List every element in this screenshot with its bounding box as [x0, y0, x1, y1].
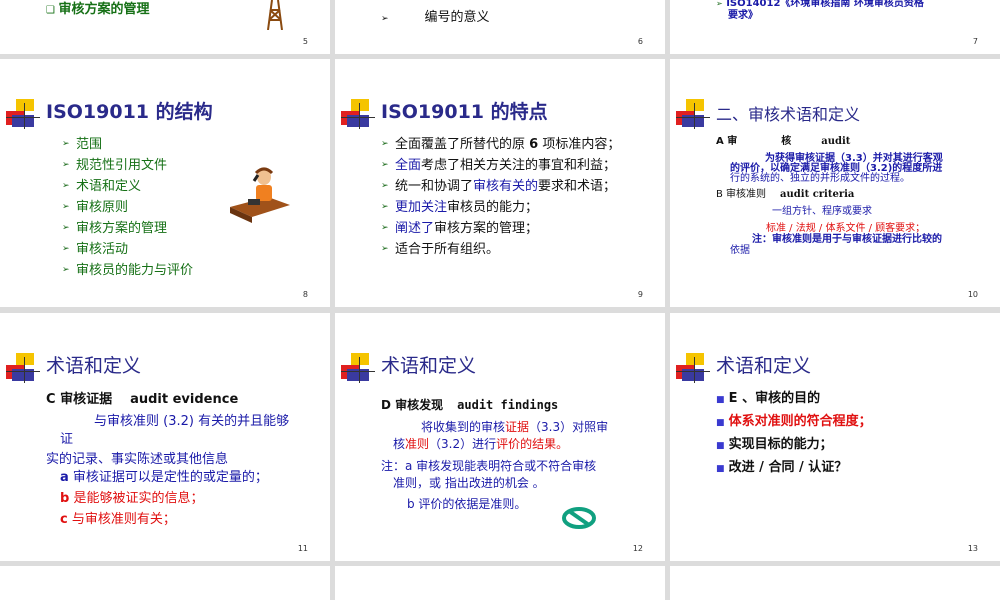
slide-5[interactable]: ❑ 审核方案的管理 5	[0, 0, 330, 54]
term-a-label: A 审核 audit	[716, 136, 851, 147]
term-b-def: 一组方针、程序或要求	[772, 206, 872, 217]
slide-number: 9	[637, 290, 643, 299]
list-item: ■ E 、审核的目的	[716, 391, 821, 406]
structure-list: ➢ 范围 ➢ 规范性引用文件 ➢ 术语和定义 ➢ 审核原则 ➢ 审核方案的管理 ➢ 审核活动…	[62, 134, 193, 281]
slide-number: 6	[637, 37, 643, 46]
title-decoration	[341, 99, 381, 129]
slide-7[interactable]: ➢ ISO14012《环境审核指南 环境审核员资格 要求》 7	[670, 0, 1000, 54]
term-a-def: 行的系统的、独立的并形成文件的过程。	[730, 173, 910, 184]
slide-number: 8	[302, 290, 308, 299]
list-item: ➢ 审核活动	[62, 242, 129, 257]
term-b-label: B 审核准则 audit criteria	[716, 189, 855, 200]
slide-number: 5	[302, 37, 308, 46]
slide-12[interactable]: 术语和定义 D 审核发现 audit findings 将收集到的审核证据（3.3…	[335, 313, 665, 561]
list-item: ➢ 更加关注审核员的能力；	[381, 200, 539, 215]
list-item: ➢ 审核原则	[62, 200, 129, 215]
slide-number: 11	[297, 544, 308, 553]
term-c-def: 实的记录、事实陈述或其他信息	[46, 452, 229, 467]
slide-title: ISO19011 的结构	[46, 101, 213, 123]
term-d-note: 准则，或 指出改进的机会 。	[393, 476, 545, 490]
slide-9[interactable]: ISO19011 的特点 ➢ 全面覆盖了所替代的原 6 项标准内容； ➢ 全面考虑了…	[335, 59, 665, 307]
title-decoration	[6, 99, 46, 129]
term-c-def: 证	[60, 432, 74, 447]
slide-15[interactable]	[335, 566, 665, 600]
term-c-def: 与审核准则 (3.2) 有关的并且能够	[94, 414, 290, 429]
tower-icon	[267, 0, 283, 30]
term-d-note: b 评价的依据是准则。	[407, 497, 527, 511]
slide-number: 10	[967, 290, 978, 299]
slide-6-bullet: ➢ 编号的意义	[381, 10, 490, 25]
slide-title: ISO19011 的特点	[381, 101, 548, 123]
term-d-label: D 审核发现 audit findings	[381, 398, 559, 412]
title-decoration	[341, 353, 381, 383]
slide-5-bullet: ❑ 审核方案的管理	[46, 2, 150, 17]
list-item: ➢ 审核员的能力与评价	[62, 263, 194, 278]
list-item: ■ 改进 / 合同 / 认证？	[716, 460, 848, 475]
list-item: ➢ 阐述了审核方案的管理；	[381, 221, 539, 236]
term-c-item: a 审核证据可以是定性的或定量的；	[60, 470, 268, 485]
slide-title: 术语和定义	[381, 355, 477, 377]
term-c-item: c 与审核准则有关；	[60, 512, 176, 527]
slide-8[interactable]: ISO19011 的结构 ➢ 范围 ➢ 规范性引用文件 ➢ 术语和定义 ➢ 审核原则 ➢…	[0, 59, 330, 307]
term-c-item: b 是能够被证实的信息；	[60, 491, 204, 506]
list-item: ➢ 适合于所有组织。	[381, 242, 500, 257]
term-d-def: 将收集到的审核证据（3.3）对照审	[421, 420, 609, 434]
slide-title: 术语和定义	[46, 355, 142, 377]
slide-title: 二、审核术语和定义	[716, 105, 861, 124]
list-item: ➢ 范围	[62, 137, 103, 152]
slide-14[interactable]	[0, 566, 330, 600]
list-item: ■ 实现目标的能力；	[716, 437, 833, 452]
title-decoration	[676, 353, 716, 383]
slide-6[interactable]: ➢ 编号的意义 6	[335, 0, 665, 54]
list-item: ■ 体系对准则的符合程度；	[716, 414, 872, 429]
list-item: ➢ 审核方案的管理	[62, 221, 168, 236]
slide-number: 7	[972, 37, 978, 46]
list-item: ➢ 全面覆盖了所替代的原 6 项标准内容；	[381, 137, 621, 152]
term-d-note: 注：a 审核发现能表明符合或不符合审核	[381, 459, 597, 473]
title-decoration	[6, 353, 46, 383]
features-list: ➢ 全面覆盖了所替代的原 6 项标准内容； ➢ 全面考虑了相关方关注的事宜和利益； …	[381, 134, 620, 260]
slide-10[interactable]: 二、审核术语和定义 A 审核 audit 为获得审核证据（3.3）并对其进行客观 …	[670, 59, 1000, 307]
slide-11[interactable]: 术语和定义 C 审核证据 audit evidence 与审核准则 (3.2) 有…	[0, 313, 330, 561]
term-c-label: C 审核证据 audit evidence	[46, 392, 239, 407]
phone-person-icon	[230, 167, 290, 223]
term-b-note: 依据	[730, 245, 750, 256]
term-b-note: 注：审核准则是用于与审核证据进行比较的	[752, 234, 942, 245]
term-d-def: 核准则（3.2）进行评价的结果。	[393, 437, 569, 451]
list-item: ➢ 全面考虑了相关方关注的事宜和利益；	[381, 158, 617, 173]
slide-number: 12	[632, 544, 643, 553]
no-entry-icon	[562, 507, 596, 529]
slide-title: 术语和定义	[716, 355, 812, 377]
slide-13[interactable]: 术语和定义 ■ E 、审核的目的 ■ 体系对准则的符合程度； ■ 实现目标的能力…	[670, 313, 1000, 561]
list-item: ➢ 统一和协调了审核有关的要求和术语；	[381, 179, 617, 194]
slide-16[interactable]	[670, 566, 1000, 600]
title-decoration	[676, 99, 716, 129]
list-item: ➢ 术语和定义	[62, 179, 142, 194]
slide-number: 13	[967, 544, 978, 553]
list-item: ➢ 规范性引用文件	[62, 158, 168, 173]
slide-7-text: ➢ ISO14012《环境审核指南 环境审核员资格 要求》	[716, 0, 924, 21]
purpose-list: ■ E 、审核的目的 ■ 体系对准则的符合程度； ■ 实现目标的能力； ■ 改进…	[716, 388, 872, 480]
